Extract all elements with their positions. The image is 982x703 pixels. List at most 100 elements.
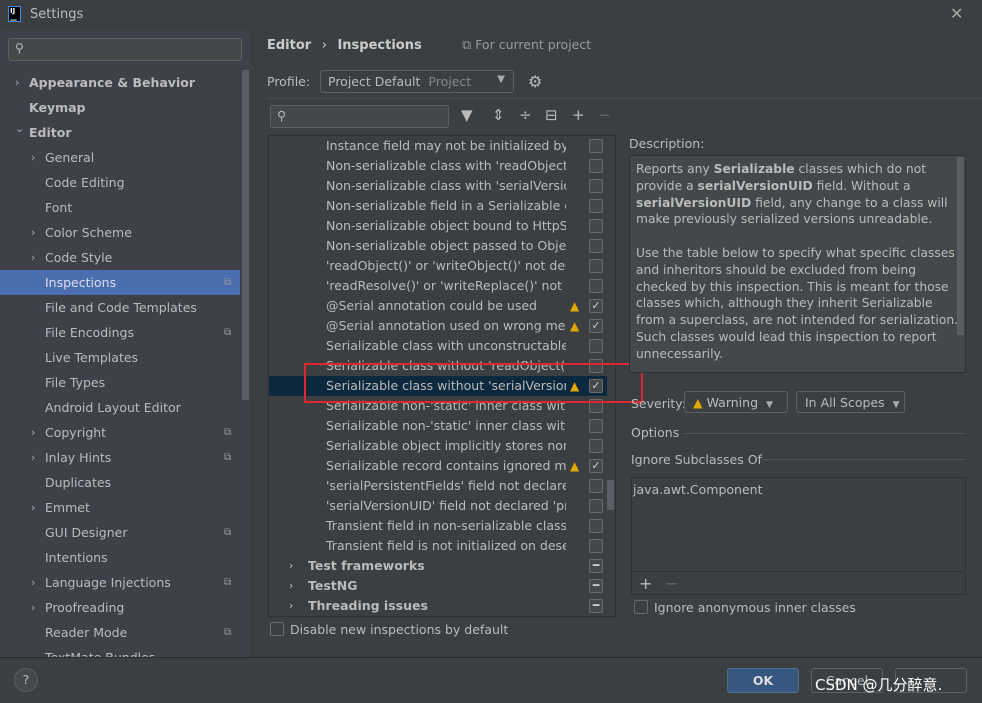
inspection-checkbox[interactable]	[589, 499, 603, 513]
sidebar-item[interactable]: File and Code Templates	[0, 295, 240, 320]
sidebar-item[interactable]: Font	[0, 195, 240, 220]
inspection-checkbox[interactable]	[589, 179, 603, 193]
chevron-right-icon[interactable]: ›	[31, 445, 35, 470]
sidebar-item[interactable]: GUI Designer ⧉	[0, 520, 240, 545]
sidebar-item[interactable]: Keymap	[0, 95, 240, 120]
tree-row[interactable]: 'serialPersistentFields' field not decla…	[269, 476, 607, 496]
scope-dropdown[interactable]: In All Scopes ▼	[796, 391, 905, 413]
tree-row[interactable]: @Serial annotation used on wrong member ▲…	[269, 316, 607, 336]
description-scrollbar[interactable]	[957, 157, 964, 335]
tree-row[interactable]: @Serial annotation could be used ▲ ✓	[269, 296, 607, 316]
tree-row[interactable]: Instance field may not be initialized by…	[269, 136, 607, 156]
sidebar-item[interactable]: Reader Mode ⧉	[0, 620, 240, 645]
filter-icon[interactable]: ▼	[461, 106, 473, 124]
tree-group[interactable]: › Threading issues ━	[269, 596, 607, 616]
inspection-checkbox[interactable]	[589, 479, 603, 493]
tree-row[interactable]: 'serialVersionUID' field not declared 'p…	[269, 496, 607, 516]
sidebar-item[interactable]: Inspections ⧉	[0, 270, 240, 295]
sidebar-item[interactable]: ⌄ Editor	[0, 120, 240, 145]
tree-row[interactable]: Non-serializable field in a Serializable…	[269, 196, 607, 216]
severity-dropdown[interactable]: ▲ Warning ▼	[684, 391, 788, 413]
tree-row[interactable]: Non-serializable object bound to HttpSes…	[269, 216, 607, 236]
add-icon[interactable]: +	[572, 106, 585, 124]
inspection-checkbox[interactable]	[589, 539, 603, 553]
chevron-right-icon[interactable]: ›	[31, 220, 35, 245]
chevron-right-icon[interactable]: ›	[31, 595, 35, 620]
tree-row[interactable]: Serializable non-'static' inner class wi…	[269, 416, 607, 436]
tree-row[interactable]: Non-serializable class with 'readObject(…	[269, 156, 607, 176]
sidebar-item[interactable]: › Emmet	[0, 495, 240, 520]
sidebar-scrollbar[interactable]	[242, 70, 249, 400]
gear-icon[interactable]: ⚙	[528, 72, 542, 91]
expand-all-icon[interactable]: ⇕	[492, 106, 505, 124]
sidebar-item[interactable]: › Color Scheme	[0, 220, 240, 245]
sidebar-item[interactable]: › Copyright ⧉	[0, 420, 240, 445]
tree-scrollbar[interactable]	[607, 480, 614, 510]
inspection-checkbox[interactable]	[589, 439, 603, 453]
ok-button[interactable]: OK	[727, 668, 799, 693]
inspection-checkbox[interactable]: ━	[589, 559, 603, 573]
profile-dropdown[interactable]: Project Default Project ▼	[320, 70, 514, 93]
sidebar-item[interactable]: › Language Injections ⧉	[0, 570, 240, 595]
sidebar-item[interactable]: TextMate Bundles	[0, 645, 240, 657]
inspection-checkbox[interactable]: ✓	[589, 319, 603, 333]
tree-row[interactable]: Non-serializable object passed to Object…	[269, 236, 607, 256]
sidebar-item[interactable]: › Inlay Hints ⧉	[0, 445, 240, 470]
inspection-search-input[interactable]: ⚲	[270, 105, 449, 128]
sidebar-item[interactable]: › Proofreading	[0, 595, 240, 620]
inspection-checkbox[interactable]	[589, 159, 603, 173]
inspection-checkbox[interactable]	[589, 259, 603, 273]
add-icon[interactable]: +	[639, 574, 652, 593]
inspection-checkbox[interactable]: ━	[589, 579, 603, 593]
chevron-right-icon[interactable]: ›	[289, 576, 293, 596]
sidebar-item[interactable]: › General	[0, 145, 240, 170]
inspection-checkbox[interactable]	[589, 519, 603, 533]
sidebar-item[interactable]: File Encodings ⧉	[0, 320, 240, 345]
tree-row[interactable]: Serializable object implicitly stores no…	[269, 436, 607, 456]
tree-row[interactable]: Serializable class with unconstructable …	[269, 336, 607, 356]
sidebar-item[interactable]: Android Layout Editor	[0, 395, 240, 420]
tree-row[interactable]: 'readObject()' or 'writeObject()' not de…	[269, 256, 607, 276]
inspection-checkbox[interactable]	[589, 339, 603, 353]
tree-row[interactable]: Transient field in non-serializable clas…	[269, 516, 607, 536]
chevron-right-icon[interactable]: ›	[15, 70, 19, 95]
chevron-right-icon[interactable]: ›	[31, 145, 35, 170]
inspection-checkbox[interactable]: ✓	[589, 459, 603, 473]
sidebar-item[interactable]: Duplicates	[0, 470, 240, 495]
inspection-checkbox[interactable]: ✓	[589, 299, 603, 313]
chevron-right-icon[interactable]: ›	[31, 420, 35, 445]
chevron-down-icon[interactable]: ⌄	[15, 116, 24, 141]
sidebar-item[interactable]: Live Templates	[0, 345, 240, 370]
close-icon[interactable]: ✕	[950, 4, 963, 23]
inspection-checkbox[interactable]	[589, 219, 603, 233]
tree-group[interactable]: › Test frameworks ━	[269, 556, 607, 576]
inspection-checkbox[interactable]	[589, 199, 603, 213]
inspection-checkbox[interactable]	[589, 279, 603, 293]
inspection-checkbox[interactable]	[589, 239, 603, 253]
collapse-all-icon[interactable]: ÷	[519, 106, 532, 124]
sidebar-item[interactable]: Code Editing	[0, 170, 240, 195]
disable-new-inspections-checkbox[interactable]	[270, 622, 284, 636]
tree-row[interactable]: Transient field is not initialized on de…	[269, 536, 607, 556]
inspection-checkbox[interactable]	[589, 139, 603, 153]
tree-row[interactable]: Serializable record contains ignored mem…	[269, 456, 607, 476]
chevron-right-icon[interactable]: ›	[31, 495, 35, 520]
settings-search-input[interactable]: ⚲	[8, 38, 242, 61]
sidebar-item[interactable]: File Types	[0, 370, 240, 395]
breadcrumb-parent[interactable]: Editor	[267, 38, 311, 53]
list-item[interactable]: java.awt.Component	[633, 482, 763, 497]
ignore-anonymous-checkbox[interactable]	[634, 600, 648, 614]
tree-row[interactable]: 'readResolve()' or 'writeReplace()' not …	[269, 276, 607, 296]
remove-icon[interactable]: −	[665, 574, 678, 593]
inspection-checkbox[interactable]: ━	[589, 599, 603, 613]
tree-group[interactable]: › TestNG ━	[269, 576, 607, 596]
chevron-right-icon[interactable]: ›	[289, 596, 293, 616]
chevron-right-icon[interactable]: ›	[31, 570, 35, 595]
reset-icon[interactable]: ⊟	[545, 106, 558, 124]
chevron-right-icon[interactable]: ›	[289, 556, 293, 576]
remove-icon[interactable]: −	[598, 106, 611, 124]
tree-row[interactable]: Non-serializable class with 'serialVersi…	[269, 176, 607, 196]
sidebar-item[interactable]: › Appearance & Behavior	[0, 70, 240, 95]
help-button[interactable]: ?	[14, 668, 38, 692]
inspection-checkbox[interactable]	[589, 419, 603, 433]
